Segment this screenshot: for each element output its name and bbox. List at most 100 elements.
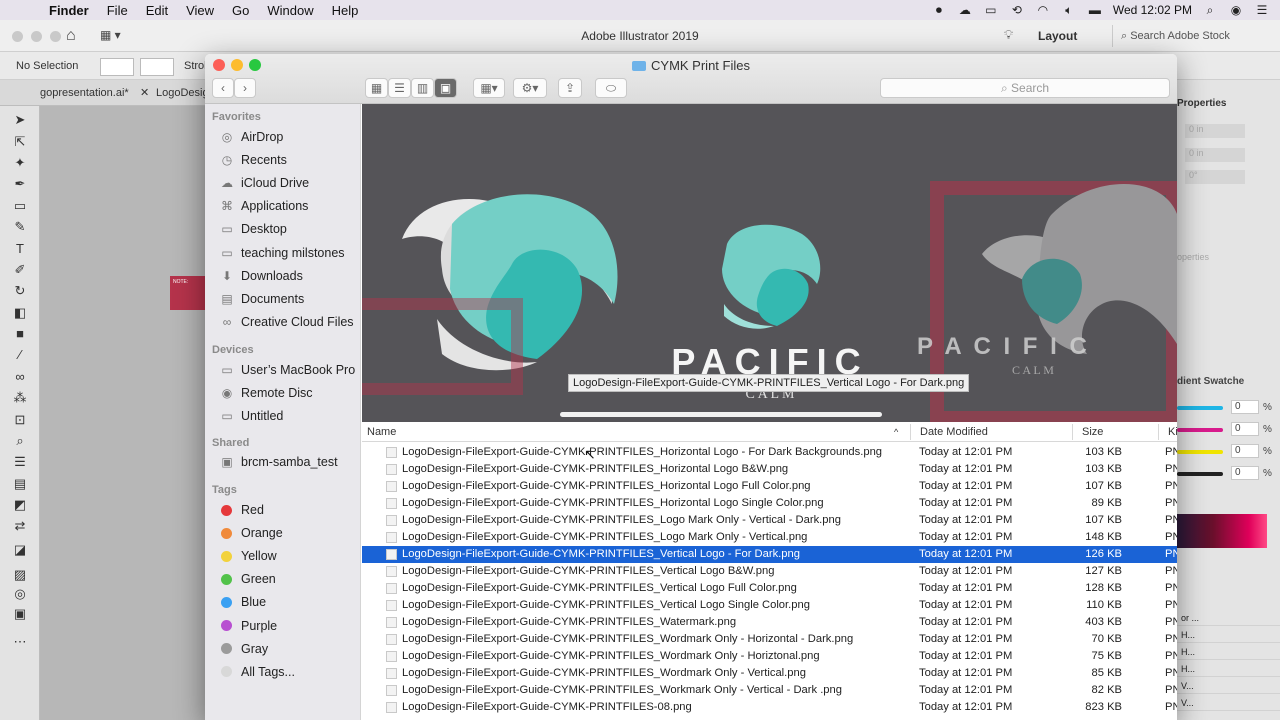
file-row[interactable]: LogoDesign-FileExport-Guide-CYMK-PRINTFI… [362,546,1177,563]
lightbulb-icon[interactable]: 💡︎ [1004,27,1013,43]
draw-mode-icon[interactable]: ◎ [10,586,30,602]
layer-item[interactable]: or ... [1177,610,1280,626]
color-spectrum[interactable] [1177,514,1267,548]
menu-go[interactable]: Go [223,3,258,18]
yellow-slider[interactable] [1177,450,1223,454]
sidebar-item[interactable]: Orange [219,523,283,543]
gallery-view-button[interactable]: ▣ [434,78,457,98]
sidebar-item[interactable]: ☁ iCloud Drive [219,173,309,193]
layer-item[interactable]: V... [1177,678,1280,694]
yellow-value[interactable]: 0 [1231,444,1259,458]
forward-button[interactable]: › [234,78,256,98]
file-row[interactable]: LogoDesign-FileExport-Guide-CYMK-PRINTFI… [362,512,1177,529]
screen-icon[interactable]: ▭ [983,3,999,17]
menu-window[interactable]: Window [258,3,322,18]
layer-item[interactable]: H... [1177,644,1280,660]
sidebar-item[interactable]: Blue [219,592,266,612]
icon-view-button[interactable]: ▦ [365,78,388,98]
cyan-slider[interactable] [1177,406,1223,410]
file-row[interactable]: LogoDesign-FileExport-Guide-CYMK-PRINTFI… [362,648,1177,665]
fill-stroke-icon[interactable]: ◪ [10,542,30,558]
stroke-swatch[interactable] [140,58,174,76]
sidebar-item[interactable]: Yellow [219,546,277,566]
black-value[interactable]: 0 [1231,466,1259,480]
sidebar-item[interactable]: Red [219,500,264,520]
paintbrush-tool-icon[interactable]: ✎ [10,219,30,235]
column-size[interactable]: Size [1082,426,1103,438]
eraser-tool-icon[interactable]: ◧ [10,305,30,321]
adobe-stock-search[interactable]: ⌕ Search Adobe Stock [1112,25,1280,47]
file-row[interactable]: LogoDesign-FileExport-Guide-CYMK-PRINTFI… [362,461,1177,478]
direct-selection-tool-icon[interactable]: ⇱ [10,134,30,150]
selection-tool-icon[interactable]: ➤ [10,112,30,128]
group-by-button[interactable]: ▦▾ [473,78,505,98]
file-row[interactable]: LogoDesign-FileExport-Guide-CYMK-PRINTFI… [362,682,1177,699]
siri-icon[interactable]: ◉ [1228,3,1244,17]
sidebar-item[interactable]: ▭ User’s MacBook Pro [219,360,355,380]
color-mode-icon[interactable]: ▨ [10,567,30,583]
menu-app[interactable]: Finder [40,3,98,18]
magenta-value[interactable]: 0 [1231,422,1259,436]
magenta-slider[interactable] [1177,428,1223,432]
document-tab-2[interactable]: LogoDesig [156,87,209,99]
file-row[interactable]: LogoDesign-FileExport-Guide-CYMK-PRINTFI… [362,444,1177,461]
file-row[interactable]: LogoDesign-FileExport-Guide-CYMK-PRINTFI… [362,563,1177,580]
chart-tool-icon[interactable]: ▤ [10,476,30,492]
file-row[interactable]: LogoDesign-FileExport-Guide-CYMK-PRINTFI… [362,631,1177,648]
back-button[interactable]: ‹ [212,78,234,98]
sidebar-item[interactable]: ▣ brcm-samba_test [219,452,337,472]
clock[interactable]: Wed 12:02 PM [1113,3,1192,17]
sidebar-item[interactable]: Green [219,569,276,589]
column-name[interactable]: Name [367,426,396,438]
file-row[interactable]: LogoDesign-FileExport-Guide-CYMK-PRINTFI… [362,529,1177,546]
magic-wand-tool-icon[interactable]: ✦ [10,155,30,171]
list-view-button[interactable]: ☰ [388,78,411,98]
layer-item[interactable]: V... [1177,695,1280,711]
file-row[interactable]: LogoDesign-FileExport-Guide-CYMK-PRINTFI… [362,699,1177,716]
eyedropper-tool-icon[interactable]: ⁄ [10,347,30,363]
blend-tool-icon[interactable]: ∞ [10,369,30,385]
record-icon[interactable]: ⏺ [931,3,947,17]
black-slider[interactable] [1177,472,1223,476]
symbol-sprayer-tool-icon[interactable]: ⁂ [10,390,30,406]
sidebar-item[interactable]: ▤ Documents [219,289,304,309]
file-row[interactable]: LogoDesign-FileExport-Guide-CYMK-PRINTFI… [362,597,1177,614]
sidebar-item[interactable]: ▭ Desktop [219,219,287,239]
close-tab-icon[interactable]: ✕ [140,86,149,99]
sidebar-item[interactable]: ⬇ Downloads [219,266,303,286]
layout-dropdown[interactable]: Layout [1032,25,1098,47]
shaper-tool-icon[interactable]: ✐ [10,262,30,278]
align-tool-icon[interactable]: ☰ [10,454,30,470]
file-row[interactable]: LogoDesign-FileExport-Guide-CYMK-PRINTFI… [362,665,1177,682]
column-date-modified[interactable]: Date Modified [920,426,988,438]
cyan-value[interactable]: 0 [1231,400,1259,414]
menu-view[interactable]: View [177,3,223,18]
sidebar-item[interactable]: ∞ Creative Cloud Files [219,312,354,332]
properties-panel-title[interactable]: Properties [1177,98,1226,109]
column-kind[interactable]: Ki [1168,426,1177,438]
menu-file[interactable]: File [98,3,137,18]
file-row[interactable]: LogoDesign-FileExport-Guide-CYMK-PRINTFI… [362,478,1177,495]
sidebar-item[interactable]: Gray [219,639,268,659]
sidebar-item[interactable]: Purple [219,616,277,636]
sidebar-item[interactable]: ◉ Remote Disc [219,383,313,403]
zoom-tool-icon[interactable]: ⌕ [10,433,30,449]
column-view-button[interactable]: ▥ [411,78,434,98]
layer-item[interactable]: H... [1177,627,1280,643]
notification-center-icon[interactable]: ☰ [1254,3,1270,17]
edit-tags-button[interactable]: ⬭ [595,78,627,98]
menu-help[interactable]: Help [323,3,368,18]
preview-scrollbar[interactable] [560,412,882,417]
screen-mode-icon[interactable]: ▣ [10,606,30,622]
artboard-tool-icon[interactable]: ⊡ [10,412,30,428]
pen-tool-icon[interactable]: ✒ [10,176,30,192]
swap-colors-icon[interactable]: ⇄ [10,518,30,534]
rotate-tool-icon[interactable]: ↻ [10,283,30,299]
sidebar-item[interactable]: ▭ Untitled [219,406,283,426]
panel-tabs[interactable]: dient Swatche [1177,376,1280,390]
share-button[interactable]: ⇪ [558,78,582,98]
layer-item[interactable]: H... [1177,661,1280,677]
action-button[interactable]: ⚙▾ [513,78,547,98]
sort-ascending-icon[interactable]: ^ [894,427,898,437]
more-tools-icon[interactable]: ⋯ [10,634,30,650]
